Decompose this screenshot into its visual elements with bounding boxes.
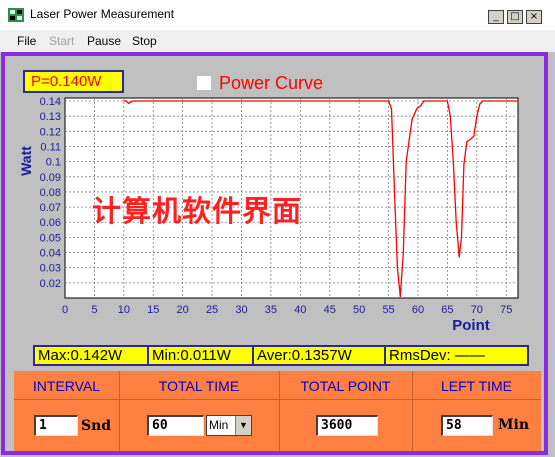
y-tick-label: 0.11 [40, 141, 61, 153]
data-point [455, 221, 457, 223]
data-point [390, 108, 393, 110]
x-tick-label: 50 [353, 304, 365, 316]
data-point [125, 100, 127, 102]
data-point [134, 100, 137, 102]
data-point [358, 100, 360, 102]
stat-max: Max:0.142W [38, 347, 123, 364]
data-point [405, 161, 407, 163]
stat-rmsdev: RmsDev: —— [389, 347, 485, 364]
data-point [482, 100, 484, 102]
data-point [423, 100, 425, 102]
x-tick-label: 55 [382, 304, 394, 316]
data-point [479, 103, 481, 105]
data-point [132, 100, 134, 102]
data-point [476, 115, 478, 117]
x-tick-label: 25 [206, 304, 218, 316]
data-point [429, 100, 431, 102]
x-tick-label: 20 [177, 304, 189, 316]
x-tick-label: 70 [471, 304, 483, 316]
data-point [517, 100, 519, 102]
total-time-unit-select[interactable]: Min ▼ [206, 415, 252, 436]
interval-unit: Snd [81, 418, 112, 434]
x-tick-label: 10 [118, 304, 130, 316]
left-time-unit: Min [498, 417, 529, 433]
data-point [411, 118, 413, 120]
y-axis-ticks: 0.02 0.03 0.04 0.05 0.06 0.07 0.08 0.09 0.1 0.11 0… [40, 96, 61, 290]
left-time-header: LEFT TIME [440, 378, 513, 394]
data-point [393, 191, 396, 193]
data-point [182, 100, 184, 102]
x-tick-label: 30 [235, 304, 247, 316]
data-point [240, 100, 243, 102]
y-axis-label: Watt [18, 146, 34, 176]
data-point [473, 135, 475, 137]
data-point [399, 295, 401, 298]
data-point [499, 100, 501, 102]
x-axis-label: Point [452, 317, 490, 334]
data-point [449, 115, 451, 117]
x-tick-label: 60 [412, 304, 424, 316]
data-point [463, 164, 465, 166]
x-tick-label: 15 [147, 304, 159, 316]
total-time-header: TOTAL TIME [158, 378, 240, 394]
y-tick-label: 0.05 [40, 232, 61, 244]
stat-aver: Aver:0.1357W [257, 347, 352, 364]
y-tick-label: 0.1 [46, 157, 61, 169]
data-point [123, 100, 125, 102]
y-tick-label: 0.08 [40, 187, 61, 199]
x-tick-label: 45 [324, 304, 336, 316]
stat-min: Min:0.011W [152, 347, 231, 364]
x-axis-ticks: 0 5 10 15 20 25 30 35 40 45 50 55 60 65 70 75 [62, 304, 512, 316]
y-tick-label: 0.06 [40, 217, 61, 229]
data-point [452, 161, 454, 163]
data-point [396, 267, 398, 269]
y-tick-label: 0.13 [40, 111, 61, 123]
x-tick-label: 65 [441, 304, 453, 316]
chevron-down-icon[interactable]: ▼ [235, 416, 251, 435]
total-time-input[interactable]: 60 [147, 415, 204, 436]
watermark-text: 计算机软件界面 [92, 194, 303, 228]
y-tick-label: 0.12 [40, 126, 61, 138]
data-point [127, 102, 130, 104]
data-point [402, 251, 404, 254]
interval-input[interactable]: 1 [34, 415, 78, 436]
y-tick-label: 0.03 [40, 263, 61, 275]
x-tick-label: 5 [91, 304, 97, 316]
data-point [299, 100, 301, 102]
y-tick-label: 0.09 [40, 172, 61, 184]
data-point [446, 100, 449, 102]
x-tick-label: 0 [62, 304, 68, 316]
y-tick-label: 0.02 [40, 278, 61, 290]
data-point [466, 141, 468, 143]
total-point-input[interactable]: 3600 [316, 415, 378, 436]
y-tick-label: 0.14 [40, 96, 61, 108]
stats-bar: Max:0.142W Min:0.011W Aver:0.1357W RmsDe… [33, 345, 529, 366]
control-panel: INTERVAL TOTAL TIME TOTAL POINT LEFT TIM… [14, 371, 541, 451]
x-tick-label: 75 [500, 304, 512, 316]
data-point [420, 104, 422, 107]
total-time-unit-value: Min [209, 418, 229, 432]
data-point [387, 100, 390, 102]
x-tick-label: 35 [265, 304, 277, 316]
header-divider [14, 399, 541, 400]
data-point [460, 236, 463, 238]
y-tick-label: 0.04 [40, 248, 61, 260]
x-tick-label: 40 [294, 304, 306, 316]
interval-header: INTERVAL [32, 378, 101, 394]
total-point-header: TOTAL POINT [300, 378, 391, 394]
data-point [487, 100, 490, 102]
data-point [416, 108, 418, 110]
y-tick-label: 0.07 [40, 202, 61, 214]
data-point [511, 100, 513, 102]
data-point [470, 138, 472, 140]
left-time-input: 58 [441, 415, 493, 436]
data-point [458, 256, 460, 258]
